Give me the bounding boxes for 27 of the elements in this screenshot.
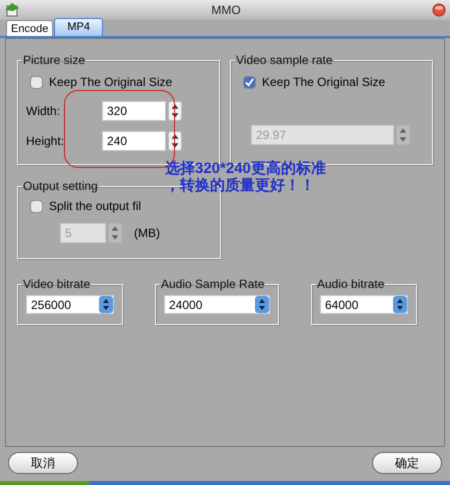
dropdown[interactable]: 24000	[164, 295, 270, 314]
tab[interactable]: Encode	[6, 20, 54, 36]
group-title: Output setting	[22, 178, 99, 195]
dropdown-value: 64000	[324, 296, 360, 314]
group-title: Audio Sample Rate	[160, 276, 266, 293]
annotation-text: ，转换的质量更好！！	[165, 177, 316, 194]
number-field[interactable]: 240	[102, 131, 166, 151]
group-title: Picture size	[22, 52, 86, 69]
tab[interactable]: MP4	[54, 18, 103, 36]
group-title: Video sample rate	[235, 52, 334, 69]
window-title: MMO	[211, 2, 241, 19]
group-title: Video bitrate	[22, 276, 92, 293]
dialog-button[interactable]: 确定	[372, 452, 442, 474]
checkbox-label: Keep The Original Size	[49, 74, 172, 91]
unit-label: (MB)	[134, 225, 160, 242]
field-label: Height:	[26, 133, 66, 150]
annotation-text: 选择320*240更高的标准	[165, 160, 326, 177]
dropdown-value: 24000	[168, 296, 204, 314]
group-title: Audio bitrate	[316, 276, 386, 293]
checkbox-label: Split the output fil	[49, 198, 142, 215]
dialog-button[interactable]: 取消	[8, 452, 78, 474]
dropdown[interactable]: 64000	[320, 295, 408, 314]
dropdown[interactable]: 256000	[26, 295, 114, 314]
dropdown-value: 256000	[30, 296, 72, 314]
field-label: Width:	[26, 103, 62, 120]
checkbox-label: Keep The Original Size	[262, 74, 386, 91]
number-field[interactable]: 320	[102, 101, 166, 121]
